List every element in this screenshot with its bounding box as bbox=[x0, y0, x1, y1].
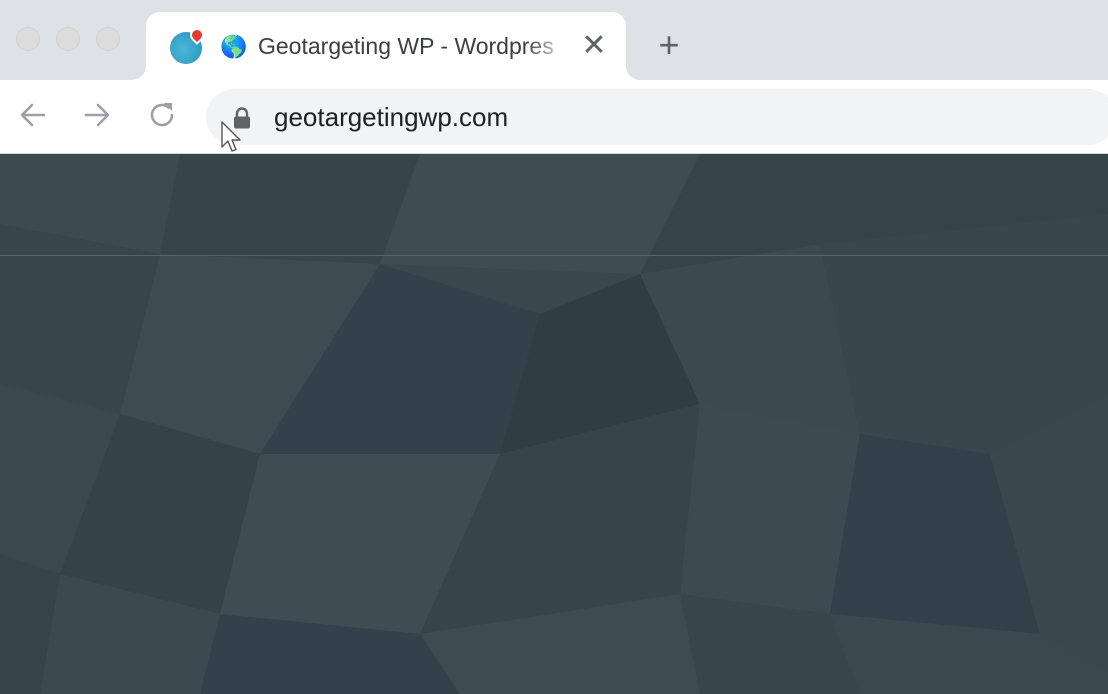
reload-button[interactable] bbox=[145, 98, 179, 132]
window-minimize-button[interactable] bbox=[56, 27, 80, 51]
browser-toolbar: geotargetingwp.com bbox=[0, 80, 1108, 154]
window-close-button[interactable] bbox=[16, 27, 40, 51]
back-button[interactable] bbox=[16, 98, 50, 132]
tab-title: Geotargeting WP - Wordpres bbox=[258, 33, 554, 59]
forward-button[interactable] bbox=[80, 98, 114, 132]
tab-strip: 🌎 Geotargeting WP - Wordpres ✕ + bbox=[0, 0, 1108, 80]
window-zoom-button[interactable] bbox=[96, 27, 120, 51]
new-tab-button[interactable]: + bbox=[652, 27, 686, 63]
mouse-cursor-icon bbox=[221, 121, 241, 152]
page-background bbox=[0, 154, 1108, 694]
header-divider bbox=[0, 255, 1108, 256]
tab-geotargeting[interactable]: 🌎 Geotargeting WP - Wordpres ✕ bbox=[146, 12, 626, 80]
close-icon[interactable]: ✕ bbox=[580, 31, 608, 61]
arrow-right-icon bbox=[84, 103, 110, 127]
arrow-left-icon bbox=[20, 103, 46, 127]
low-poly-pattern bbox=[0, 154, 1108, 694]
address-bar[interactable]: geotargetingwp.com bbox=[206, 89, 1108, 145]
url-text[interactable]: geotargetingwp.com bbox=[274, 101, 508, 133]
map-pin-globe-icon[interactable] bbox=[170, 25, 207, 64]
earth-globe-icon: 🌎 bbox=[220, 34, 248, 59]
reload-icon bbox=[150, 103, 174, 127]
